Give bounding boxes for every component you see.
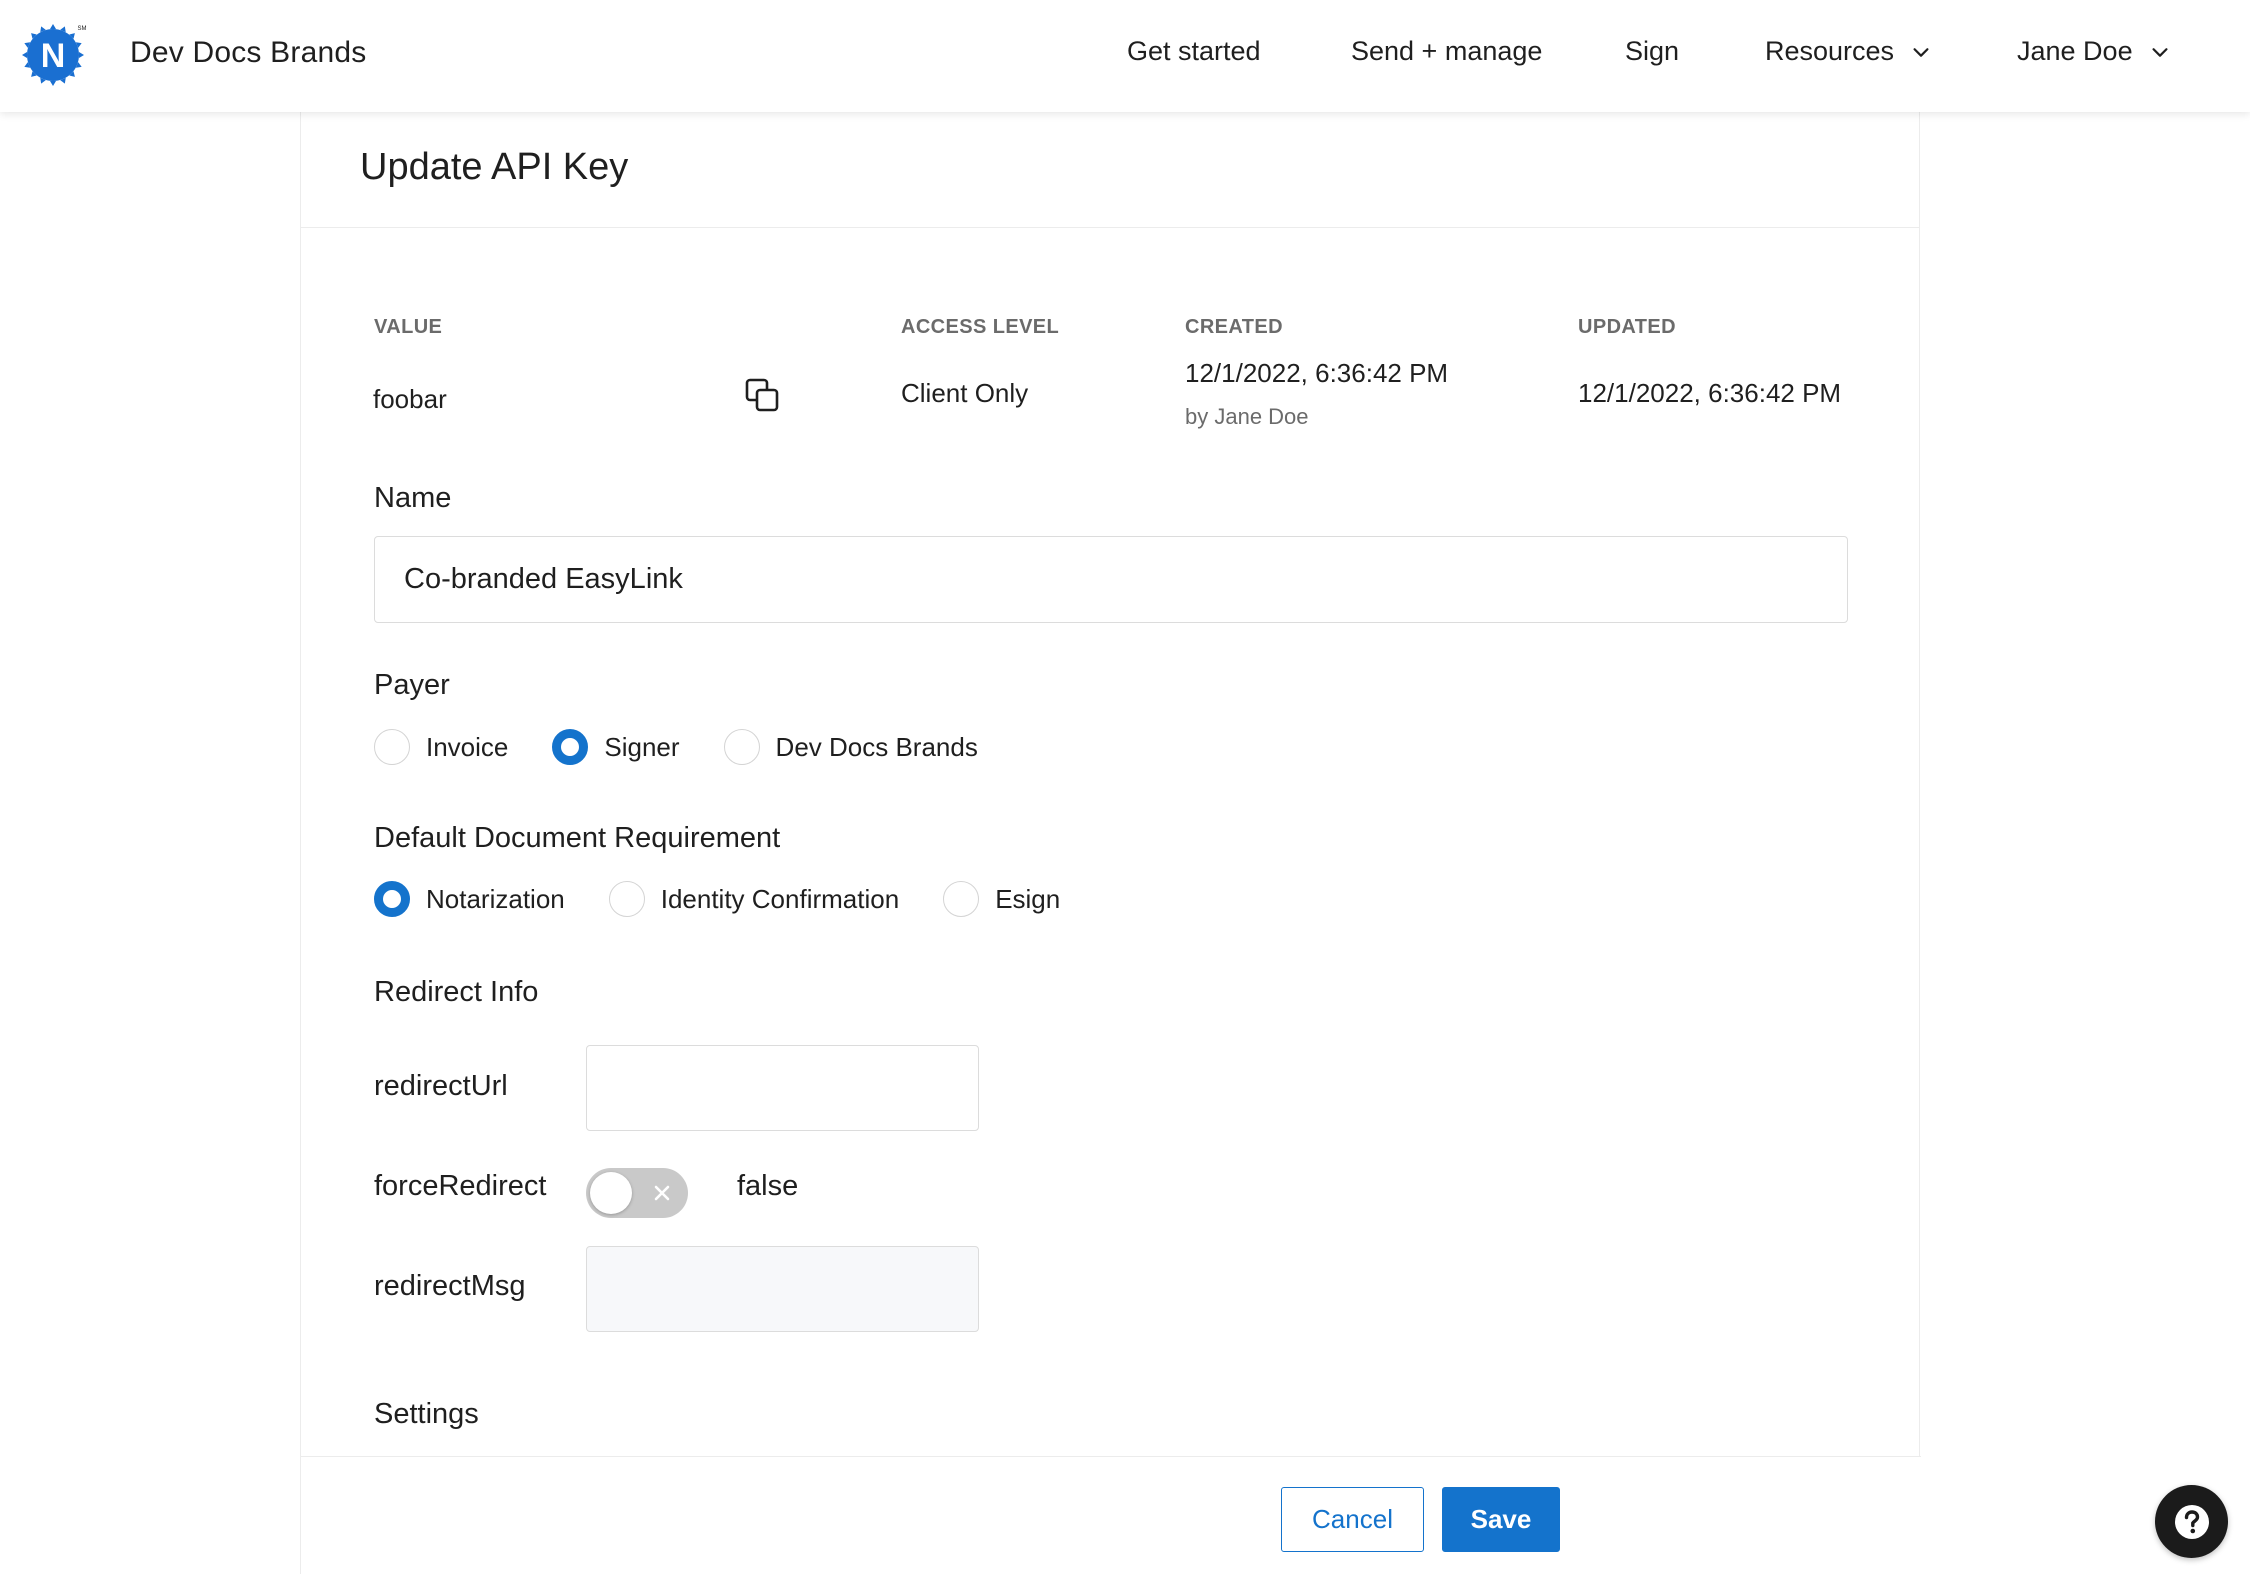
copy-icon — [745, 378, 779, 412]
card-header: Update API Key — [301, 112, 1919, 228]
payer-option-label: Dev Docs Brands — [775, 731, 978, 762]
radio-unchecked[interactable] — [608, 881, 645, 917]
logo-letter: N — [41, 37, 66, 75]
radio-checked[interactable] — [374, 881, 410, 917]
doc-req-option-notarization[interactable]: Notarization — [374, 881, 565, 917]
redirect-url-label: redirectUrl — [374, 1070, 508, 1102]
nav-get-started[interactable]: Get started — [1127, 36, 1261, 67]
payer-label: Payer — [374, 669, 450, 701]
created-value: 12/1/2022, 6:36:42 PM — [1185, 358, 1449, 388]
brand[interactable]: N SM Dev Docs Brands — [22, 20, 366, 86]
nav-user-menu[interactable]: Jane Doe — [2017, 36, 2171, 67]
payer-option-dev-docs-brands[interactable]: Dev Docs Brands — [723, 729, 978, 765]
brand-logo-icon: N SM — [22, 20, 88, 86]
help-icon — [2174, 1504, 2209, 1539]
nav-user-name: Jane Doe — [2017, 36, 2133, 66]
save-button[interactable]: Save — [1442, 1487, 1560, 1552]
redirect-url-input[interactable] — [586, 1045, 979, 1131]
value-column-label: VALUE — [374, 316, 443, 338]
nav-sign[interactable]: Sign — [1625, 36, 1679, 67]
name-input[interactable] — [374, 536, 1848, 623]
payer-option-label: Invoice — [426, 731, 509, 762]
updated-column-label: UPDATED — [1578, 316, 1676, 338]
cancel-button[interactable]: Cancel — [1281, 1487, 1424, 1552]
top-navigation-bar: N SM Dev Docs Brands Get started Send + … — [0, 0, 2250, 112]
redirect-info-label: Redirect Info — [374, 976, 539, 1008]
nav-get-started-label: Get started — [1127, 36, 1261, 66]
updated-value: 12/1/2022, 6:36:42 PM — [1578, 378, 1842, 408]
doc-requirement-label: Default Document Requirement — [374, 822, 781, 854]
doc-req-option-label: Identity Confirmation — [660, 883, 900, 914]
toggle-knob — [590, 1172, 632, 1214]
radio-unchecked[interactable] — [723, 729, 760, 765]
nav-sign-label: Sign — [1625, 36, 1680, 66]
settings-label: Settings — [374, 1398, 479, 1430]
access-level-column-label: ACCESS LEVEL — [901, 316, 1060, 338]
name-label: Name — [374, 482, 452, 514]
nav-resources-label: Resources — [1765, 36, 1895, 66]
redirect-msg-label: redirectMsg — [374, 1270, 526, 1302]
chevron-down-icon — [1913, 47, 1929, 57]
created-column-label: CREATED — [1185, 316, 1283, 338]
radio-unchecked[interactable] — [943, 881, 980, 917]
access-level-value: Client Only — [901, 378, 1029, 408]
card-footer — [301, 1456, 1921, 1574]
doc-req-option-label: Notarization — [426, 883, 565, 914]
help-button[interactable] — [2155, 1485, 2228, 1558]
payer-option-signer[interactable]: Signer — [552, 729, 680, 765]
nav-send-manage-label: Send + manage — [1351, 36, 1543, 66]
page-title: Update API Key — [360, 146, 629, 188]
payer-option-invoice[interactable]: Invoice — [374, 729, 508, 765]
redirect-msg-input[interactable] — [586, 1246, 979, 1332]
copy-value-button[interactable] — [743, 376, 783, 416]
created-by: by Jane Doe — [1185, 404, 1309, 429]
force-redirect-label: forceRedirect — [374, 1170, 547, 1202]
brand-name: Dev Docs Brands — [130, 36, 367, 69]
doc-req-option-identity-confirmation[interactable]: Identity Confirmation — [608, 881, 900, 917]
update-api-key-card: Update API Key VALUE foobar ACCESS LEVEL… — [300, 112, 1921, 1574]
doc-req-option-esign[interactable]: Esign — [943, 881, 1060, 917]
force-redirect-toggle[interactable] — [586, 1168, 688, 1218]
chevron-down-icon — [2152, 47, 2168, 57]
doc-req-option-label: Esign — [995, 883, 1061, 914]
doc-requirement-radio-group: Notarization Identity Confirmation Esign — [374, 879, 1060, 919]
radio-checked[interactable] — [552, 729, 589, 765]
payer-option-label: Signer — [604, 731, 680, 762]
logo-trademark: SM — [78, 26, 87, 32]
close-icon — [654, 1185, 670, 1201]
nav-send-manage[interactable]: Send + manage — [1351, 36, 1542, 67]
api-key-value: foobar — [373, 384, 447, 414]
radio-unchecked[interactable] — [374, 729, 410, 765]
nav-resources-dropdown[interactable]: Resources — [1765, 36, 1932, 67]
payer-radio-group: Invoice Signer Dev Docs Brands — [374, 727, 978, 767]
force-redirect-value: false — [737, 1170, 799, 1202]
